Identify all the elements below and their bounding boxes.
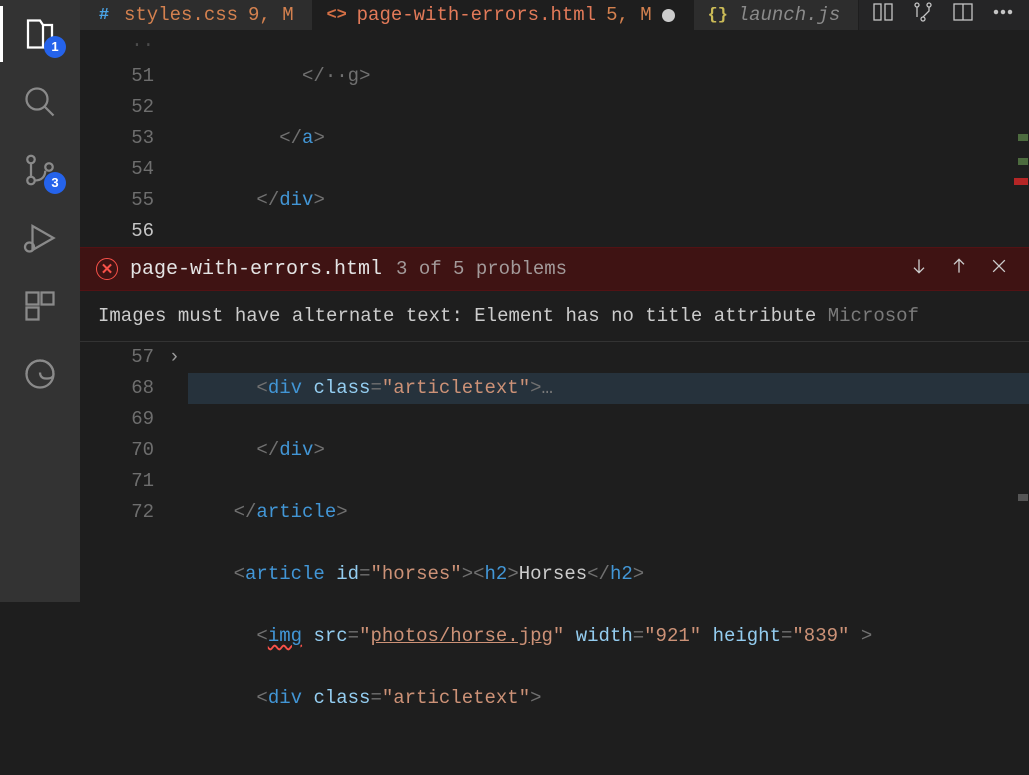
fold-chevron-icon[interactable]: › (169, 342, 180, 373)
scm-badge: 3 (44, 172, 66, 194)
compare-icon[interactable] (871, 0, 895, 30)
tab-page-with-errors[interactable]: <> page-with-errors.html 5, M (313, 0, 694, 30)
code-area[interactable]: </··g> </a> </div> </article> <article i… (188, 30, 1029, 247)
tab-label: styles.css (124, 4, 238, 26)
explorer-badge: 1 (44, 36, 66, 58)
problems-filename: page-with-errors.html (130, 258, 382, 281)
line-number-gutter: 57›6869707172 (80, 342, 188, 775)
hash-icon: # (94, 5, 114, 25)
tab-styles-css[interactable]: # styles.css 9, M (80, 0, 313, 30)
line-number-gutter: ··515253545556 (80, 30, 188, 247)
error-icon: ✕ (96, 258, 118, 280)
close-button[interactable] (989, 256, 1009, 282)
more-icon[interactable] (991, 0, 1015, 30)
problems-count: 3 of 5 problems (396, 258, 567, 280)
diff-icon[interactable] (911, 0, 935, 30)
tab-marker: 9, M (248, 4, 294, 26)
tab-label: page-with-errors.html (357, 4, 596, 26)
run-debug-icon[interactable] (20, 218, 60, 258)
tab-label: launch.js (738, 4, 841, 26)
next-problem-button[interactable] (909, 256, 929, 282)
editor-main: # styles.css 9, M <> page-with-errors.ht… (80, 0, 1029, 602)
dirty-indicator-icon (662, 9, 675, 22)
braces-icon: {} (708, 5, 728, 25)
tab-bar: # styles.css 9, M <> page-with-errors.ht… (80, 0, 1029, 30)
html-icon: <> (327, 5, 347, 25)
problems-header: ✕ page-with-errors.html 3 of 5 problems (80, 247, 1029, 291)
overview-ruler[interactable] (1013, 120, 1029, 520)
problem-message: Images must have alternate text: Element… (80, 291, 1029, 342)
edge-tools-icon[interactable] (20, 354, 60, 394)
tab-launch-js[interactable]: {} launch.js (694, 0, 860, 30)
extensions-icon[interactable] (20, 286, 60, 326)
code-area[interactable]: <div class="articletext">… </div> </arti… (188, 342, 1029, 775)
prev-problem-button[interactable] (949, 256, 969, 282)
source-control-icon[interactable]: 3 (20, 150, 60, 190)
explorer-icon[interactable]: 1 (20, 14, 60, 54)
tab-marker: 5, M (606, 4, 652, 26)
activity-bar: 1 3 (0, 0, 80, 602)
tab-actions (871, 0, 1029, 30)
split-editor-icon[interactable] (951, 0, 975, 30)
editor[interactable]: ··515253545556 </··g> </a> </div> </arti… (80, 30, 1029, 775)
search-icon[interactable] (20, 82, 60, 122)
